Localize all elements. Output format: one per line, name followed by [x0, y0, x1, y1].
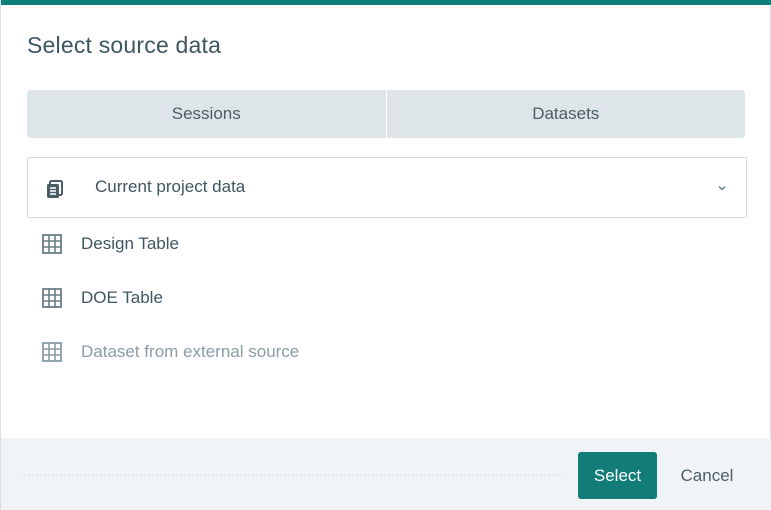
- cancel-button[interactable]: Cancel: [669, 452, 745, 499]
- list-item-label: DOE Table: [81, 288, 163, 307]
- source-dropdown[interactable]: Current project data: [27, 157, 747, 218]
- dropdown-selected-value: Current project data: [95, 177, 246, 196]
- source-tabs: Sessions Datasets: [27, 90, 745, 138]
- table-grid-icon: [41, 341, 63, 363]
- list-item-design-table[interactable]: Design Table: [41, 224, 541, 264]
- top-accent-bar: [1, 0, 771, 5]
- chevron-down-icon: [716, 181, 728, 193]
- dialog-title: Select source data: [27, 32, 222, 58]
- tab-datasets[interactable]: Datasets: [387, 90, 746, 138]
- list-item-doe-table[interactable]: DOE Table: [41, 278, 541, 318]
- table-grid-icon: [41, 287, 63, 309]
- list-item-label: Dataset from external source: [81, 342, 300, 361]
- database-icon: [44, 178, 66, 200]
- footer-divider: [21, 474, 561, 476]
- tab-sessions[interactable]: Sessions: [27, 90, 386, 138]
- list-item-label: Design Table: [81, 234, 179, 253]
- select-button[interactable]: Select: [578, 452, 657, 499]
- select-source-data-dialog: Select source data Sessions Datasets Cur…: [0, 0, 771, 510]
- list-item-external-dataset[interactable]: Dataset from external source: [41, 332, 541, 372]
- table-grid-icon: [41, 233, 63, 255]
